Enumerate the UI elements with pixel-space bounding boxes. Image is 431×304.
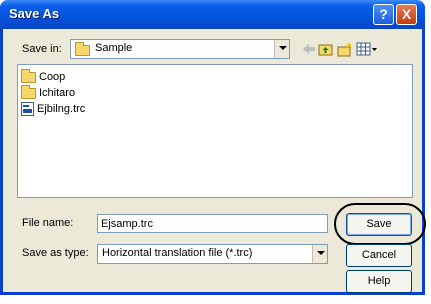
save-in-dropdown[interactable]: Sample	[70, 39, 290, 59]
list-item-file[interactable]: Ejbilng.trc	[21, 101, 85, 117]
list-item-folder[interactable]: Coop	[21, 68, 66, 85]
dialog-title: Save As	[9, 6, 60, 21]
folder-icon	[75, 42, 90, 56]
file-name-text: Ejbilng.trc	[37, 103, 86, 115]
save-as-type-value: Horizontal translation file (*.trc)	[102, 247, 253, 259]
chevron-down-icon[interactable]	[274, 40, 289, 58]
file-name-text: Ichitaro	[39, 87, 76, 99]
new-folder-icon[interactable]	[337, 41, 353, 57]
back-arrow-icon[interactable]	[301, 41, 317, 57]
save-as-type-label: Save as type:	[22, 247, 89, 259]
cancel-button[interactable]: Cancel	[346, 244, 412, 267]
folder-icon	[21, 68, 36, 83]
title-bar[interactable]: Save As ? X	[0, 0, 425, 29]
save-as-type-dropdown[interactable]: Horizontal translation file (*.trc)	[97, 244, 328, 264]
view-menu-icon[interactable]	[356, 41, 378, 57]
title-help-button[interactable]: ?	[373, 4, 394, 25]
close-button[interactable]: X	[396, 4, 417, 25]
file-name-text: Coop	[39, 71, 66, 83]
save-in-label: Save in:	[22, 43, 62, 55]
file-name-field[interactable]	[97, 214, 330, 233]
trc-file-icon	[21, 102, 34, 116]
chevron-down-icon[interactable]	[312, 245, 327, 263]
folder-icon	[21, 84, 36, 99]
list-item-folder[interactable]: Ichitaro	[21, 84, 76, 101]
file-list[interactable]: Coop Ichitaro Ejbilng.trc	[17, 64, 413, 198]
save-in-value: Sample	[95, 42, 133, 54]
file-name-input[interactable]	[98, 215, 330, 232]
save-button[interactable]: Save	[346, 213, 412, 236]
up-folder-icon[interactable]	[318, 41, 334, 57]
help-button[interactable]: Help	[346, 270, 412, 293]
file-name-label: File name:	[22, 217, 74, 229]
